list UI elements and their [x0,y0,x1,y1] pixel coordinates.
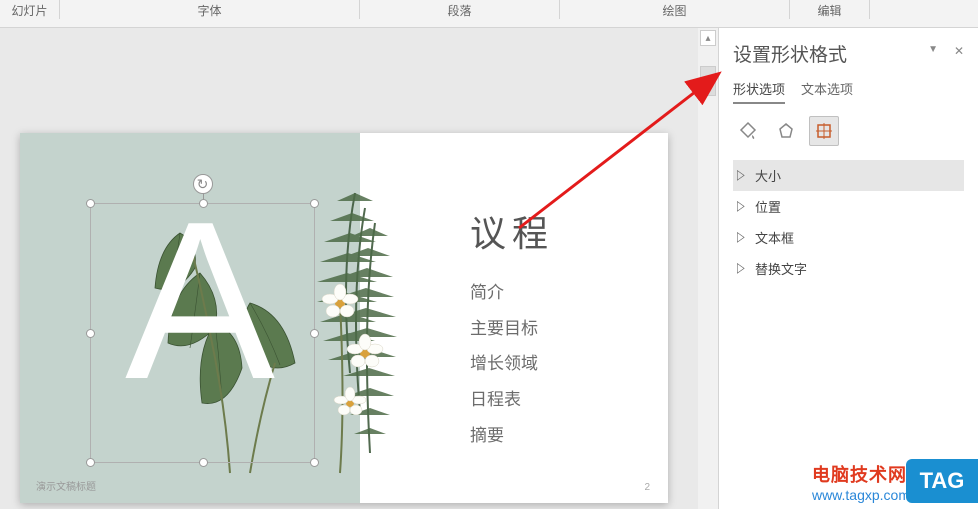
slide-canvas[interactable]: A ↻ 议程 简介 主要目标 增长领域 日程表 摘要 [20,133,668,503]
section-alttext[interactable]: ▷ 替换文字 [733,253,964,284]
resize-handle-e[interactable] [310,329,319,338]
tag-badge: TAG [906,459,978,503]
ribbon-group-paragraph: 段落 [360,2,559,19]
resize-handle-s[interactable] [199,458,208,467]
section-label: 文本框 [755,228,794,247]
pane-options-dropdown[interactable]: ▼ [928,44,938,55]
chevron-right-icon: ▷ [737,168,747,183]
size-properties-icon[interactable] [809,116,839,146]
agenda-list: 简介 主要目标 增长领域 日程表 摘要 [470,275,538,453]
chevron-right-icon: ▷ [737,199,747,214]
ribbon-group-edit: 编辑 [790,2,869,19]
fill-line-icon[interactable] [733,116,763,146]
slide-number: 2 [644,482,650,493]
section-textbox[interactable]: ▷ 文本框 [733,222,964,253]
chevron-right-icon: ▷ [737,261,747,276]
ribbon-group-drawing: 绘图 [560,2,789,19]
rotation-handle[interactable]: ↻ [193,174,213,194]
scroll-up-button[interactable]: ▴ [700,30,716,46]
agenda-title: 议程 [470,205,554,257]
tab-text-options[interactable]: 文本选项 [801,79,853,104]
section-label: 替换文字 [755,259,807,278]
section-label: 大小 [755,166,781,185]
vertical-scrollbar[interactable]: ▴ [698,28,718,509]
effects-icon[interactable] [771,116,801,146]
section-position[interactable]: ▷ 位置 [733,191,964,222]
ribbon-group-font: 字体 [60,2,359,19]
pane-close-button[interactable]: ✕ [954,44,964,58]
resize-handle-ne[interactable] [310,199,319,208]
ribbon-group-slides: 幻灯片 [0,2,59,19]
section-size[interactable]: ▷ 大小 [733,160,964,191]
slide-footer: 演示文稿标题 [36,478,96,493]
agenda-item: 简介 [470,275,538,311]
resize-handle-sw[interactable] [86,458,95,467]
slide-edit-area[interactable]: A ↻ 议程 简介 主要目标 增长领域 日程表 摘要 [0,28,698,509]
agenda-item: 增长领域 [470,346,538,382]
resize-handle-n[interactable] [199,199,208,208]
scroll-thumb[interactable] [700,66,716,96]
ribbon-group-labels: 幻灯片 字体 段落 绘图 编辑 [0,0,978,28]
selected-text-box[interactable]: ↻ [90,203,315,463]
resize-handle-nw[interactable] [86,199,95,208]
tab-shape-options[interactable]: 形状选项 [733,79,785,104]
resize-handle-w[interactable] [86,329,95,338]
agenda-item: 摘要 [470,418,538,454]
format-shape-pane: 设置形状格式 ▼ ✕ 形状选项 文本选项 ▷ 大小 [718,28,978,509]
agenda-item: 日程表 [470,382,538,418]
resize-handle-se[interactable] [310,458,319,467]
section-label: 位置 [755,197,781,216]
agenda-item: 主要目标 [470,311,538,347]
chevron-right-icon: ▷ [737,230,747,245]
